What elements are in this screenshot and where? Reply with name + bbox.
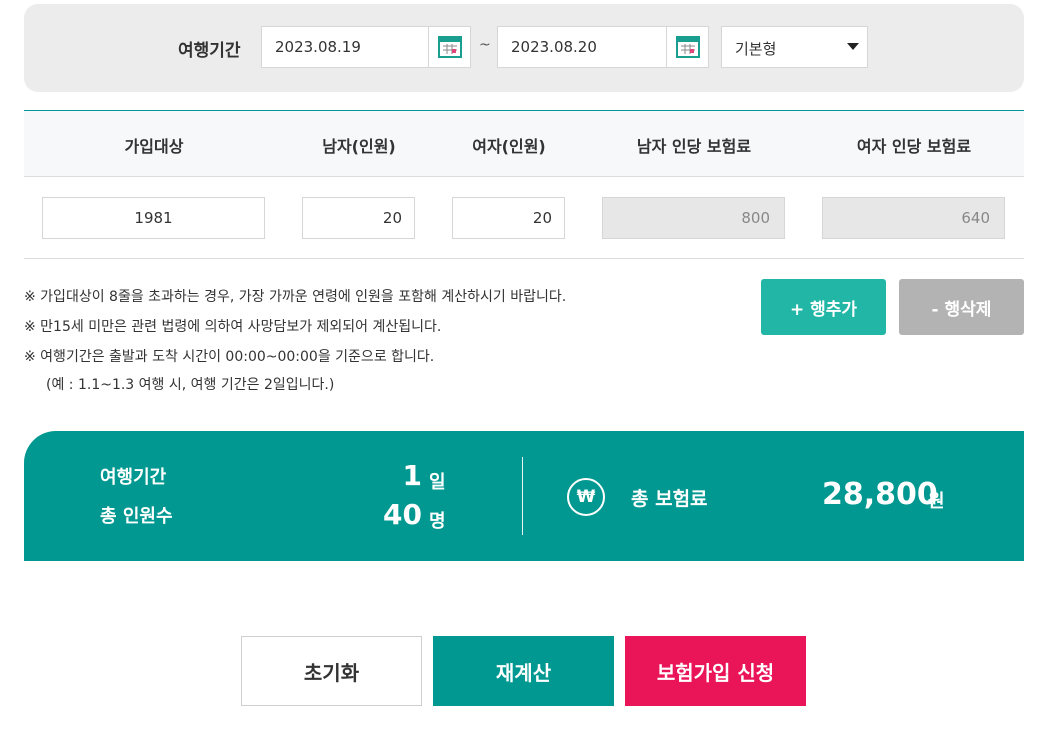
delete-row-button[interactable]: - 행삭제 — [899, 279, 1024, 335]
summary-people-label: 총 인원수 — [100, 502, 173, 528]
table-bottom-border — [24, 258, 1024, 259]
column-header-male-premium: 남자 인당 보험료 — [584, 133, 804, 157]
notice-item: ※ 가입대상이 8줄을 초과하는 경우, 가장 가까운 연령에 인원을 포함해 … — [24, 282, 566, 312]
reset-button[interactable]: 초기화 — [241, 636, 422, 706]
male-count-input[interactable]: 20 — [302, 197, 415, 239]
summary-people-value: 40 — [352, 498, 422, 531]
end-date-field[interactable]: 2023.08.20 — [497, 26, 709, 68]
end-date-value[interactable]: 2023.08.20 — [511, 38, 597, 56]
start-date-field[interactable]: 2023.08.19 — [261, 26, 471, 68]
column-header-subject: 가입대상 — [24, 133, 284, 157]
travel-period-bar: 여행기간 2023.08.19 ~ 2023.08.20 — [24, 4, 1024, 92]
summary-days-unit: 일 — [429, 468, 446, 494]
summary-divider — [522, 457, 523, 535]
column-header-male-count: 남자(인원) — [284, 133, 434, 157]
start-date-calendar-button[interactable] — [428, 27, 470, 67]
travel-period-label: 여행기간 — [178, 36, 241, 61]
notice-item-example: (예 : 1.1~1.3 여행 시, 여행 기간은 2일입니다.) — [24, 372, 566, 398]
end-date-calendar-button[interactable] — [666, 27, 708, 67]
column-header-female-premium: 여자 인당 보험료 — [804, 133, 1024, 157]
notice-list: ※ 가입대상이 8줄을 초과하는 경우, 가장 가까운 연령에 인원을 포함해 … — [24, 282, 566, 398]
summary-total-label: 총 보험료 — [631, 484, 708, 511]
summary-days-label: 여행기간 — [100, 463, 166, 489]
column-header-female-count: 여자(인원) — [434, 133, 584, 157]
date-range-separator: ~ — [479, 37, 491, 53]
summary-people-unit: 명 — [429, 507, 446, 533]
birth-year-input[interactable]: 1981 — [42, 197, 265, 239]
table-header: 가입대상 남자(인원) 여자(인원) 남자 인당 보험료 여자 인당 보험료 — [24, 111, 1024, 177]
start-date-value[interactable]: 2023.08.19 — [275, 38, 361, 56]
plan-type-select[interactable]: 기본형 — [721, 26, 868, 68]
plan-type-value[interactable]: 기본형 — [735, 38, 776, 59]
female-count-input[interactable]: 20 — [452, 197, 565, 239]
chevron-down-icon[interactable] — [847, 43, 859, 50]
summary-total-unit: 원 — [928, 487, 945, 513]
male-premium-field: 800 — [602, 197, 785, 239]
summary-total-value: 28,800 — [822, 477, 938, 512]
notice-item: ※ 여행기간은 출발과 도착 시간이 00:00~00:00을 기준으로 합니다… — [24, 342, 566, 372]
add-row-button[interactable]: + 행추가 — [761, 279, 886, 335]
premium-summary-panel: 여행기간 1 일 총 인원수 40 명 ₩ 총 보험료 28,800 원 — [24, 431, 1024, 561]
calendar-icon[interactable] — [676, 36, 700, 58]
notice-item: ※ 만15세 미만은 관련 법령에 의하여 사망담보가 제외되어 계산됩니다. — [24, 312, 566, 342]
apply-insurance-button[interactable]: 보험가입 신청 — [625, 636, 806, 706]
female-premium-field: 640 — [822, 197, 1005, 239]
summary-days-value: 1 — [352, 459, 422, 492]
calendar-icon[interactable] — [438, 36, 462, 58]
won-icon: ₩ — [567, 478, 605, 516]
recalculate-button[interactable]: 재계산 — [433, 636, 614, 706]
